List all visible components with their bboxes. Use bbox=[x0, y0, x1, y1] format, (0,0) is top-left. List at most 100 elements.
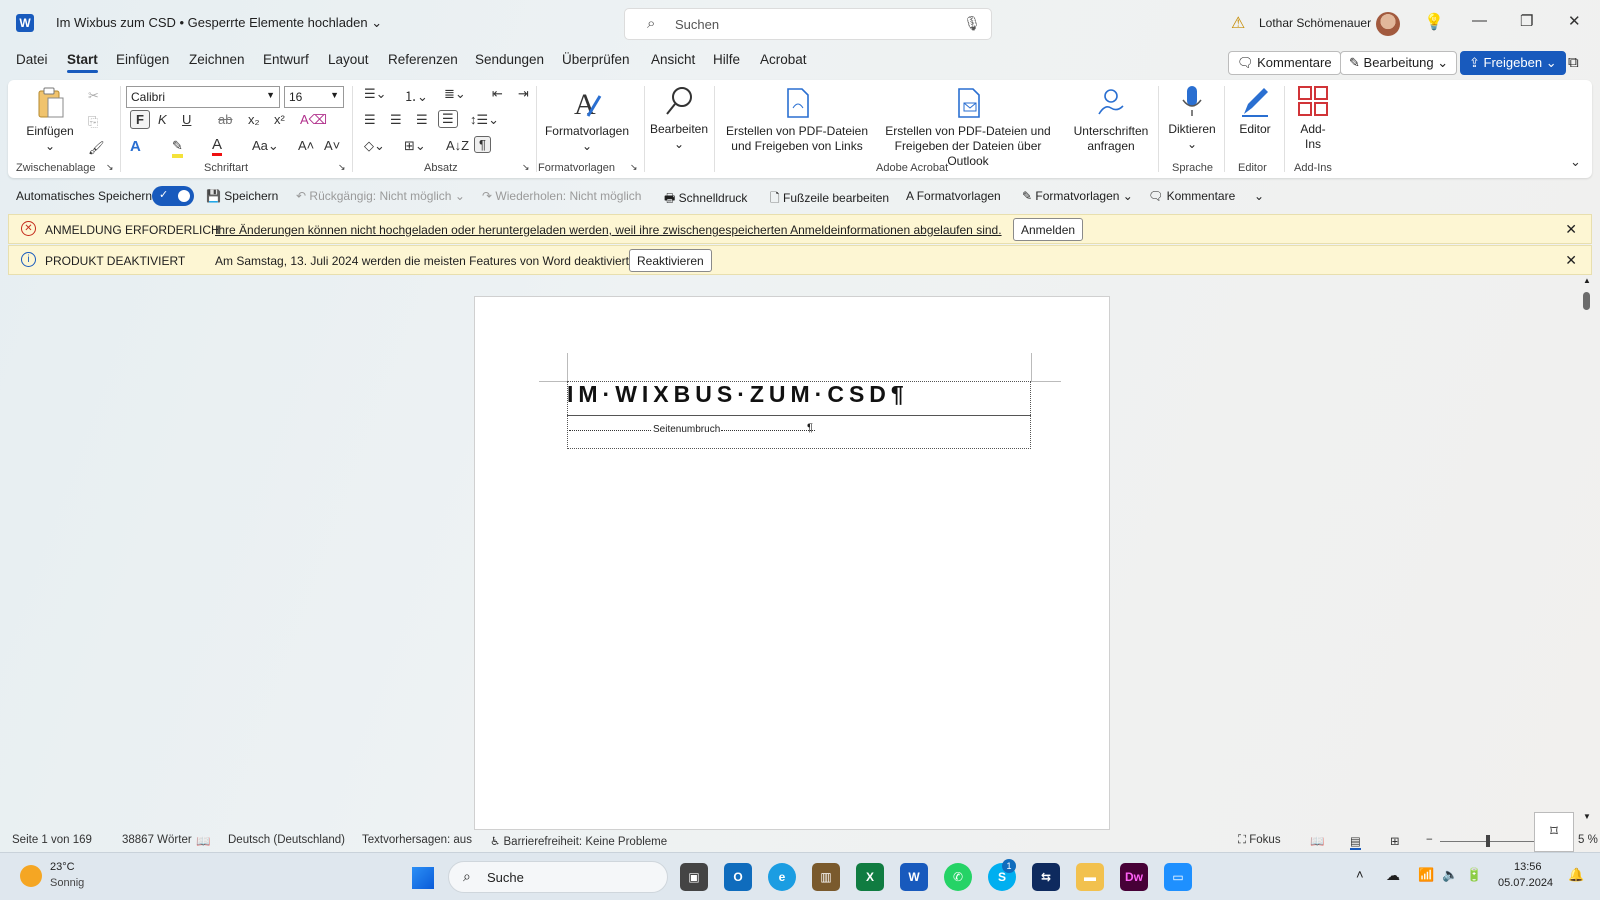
undo-button[interactable]: ↶ Rückgängig: Nicht möglich ⌄ bbox=[296, 189, 465, 203]
accessibility-status[interactable]: ♿ Barrierefreiheit: Keine Probleme bbox=[490, 834, 667, 848]
minimize-icon[interactable]: — bbox=[1472, 12, 1487, 29]
tab-entwurf[interactable]: Entwurf bbox=[263, 52, 309, 67]
tab-ueberpruefen[interactable]: Überprüfen bbox=[562, 52, 630, 67]
document-title[interactable]: Im Wixbus zum CSD • Gesperrte Elemente h… bbox=[56, 15, 382, 31]
speaker-icon[interactable]: 🔈 bbox=[1442, 867, 1458, 883]
tab-layout[interactable]: Layout bbox=[328, 52, 369, 67]
grow-font-icon[interactable]: A˄ bbox=[298, 138, 314, 153]
tab-start[interactable]: Start bbox=[67, 52, 98, 73]
page-break[interactable]: Seitenumbruch ¶ bbox=[567, 422, 1039, 436]
word-app-icon[interactable]: W bbox=[16, 14, 34, 32]
focus-button[interactable]: ⛶ Fokus bbox=[1238, 834, 1281, 847]
teamviewer-icon[interactable]: ⇆ bbox=[1032, 863, 1060, 891]
editing-button[interactable]: Bearbeiten ⌄ bbox=[648, 84, 710, 152]
cut-icon[interactable]: ✂ bbox=[88, 88, 99, 104]
multilevel-list-icon[interactable]: ≣⌄ bbox=[444, 86, 466, 102]
tab-referenzen[interactable]: Referenzen bbox=[388, 52, 458, 67]
paste-button[interactable]: Einfügen ⌄ bbox=[24, 86, 76, 154]
excel-icon[interactable]: X bbox=[856, 863, 884, 891]
close-icon[interactable]: ✕ bbox=[1568, 12, 1581, 30]
battery-icon[interactable]: 🔋 bbox=[1466, 867, 1482, 883]
show-formatting-marks-icon[interactable]: ¶ bbox=[474, 136, 491, 153]
warning-icon[interactable]: ⚠ bbox=[1231, 13, 1245, 33]
copilot-icon[interactable]: ⧉ bbox=[1568, 54, 1579, 71]
print-layout-icon[interactable]: ▤ bbox=[1350, 834, 1361, 850]
dreamweaver-icon[interactable]: Dw bbox=[1120, 863, 1148, 891]
chevron-up-icon[interactable]: ˄ bbox=[1356, 867, 1364, 882]
request-signatures-button[interactable]: Unterschriften anfragen bbox=[1068, 86, 1154, 154]
text-prediction-status[interactable]: Textvorhersagen: aus bbox=[362, 834, 472, 846]
windows-start-icon[interactable] bbox=[412, 867, 434, 889]
avatar[interactable] bbox=[1376, 12, 1400, 36]
styles-button[interactable]: A Formatvorlagen ⌄ bbox=[542, 86, 632, 154]
align-right-icon[interactable]: ☰ bbox=[416, 112, 428, 128]
autosave-toggle[interactable]: ✓ bbox=[152, 186, 194, 206]
outlook-icon[interactable]: O bbox=[724, 863, 752, 891]
zoom-slider[interactable] bbox=[1440, 841, 1540, 842]
collapse-ribbon-icon[interactable]: ⌄ bbox=[1570, 154, 1581, 170]
italic-button[interactable]: K bbox=[158, 112, 167, 127]
editor-button[interactable]: Editor bbox=[1230, 84, 1280, 137]
tab-datei[interactable]: Datei bbox=[16, 52, 48, 67]
copy-icon[interactable]: ⎘ bbox=[88, 114, 98, 130]
onedrive-cloud-icon[interactable]: ☁ bbox=[1386, 867, 1400, 884]
word-taskbar-icon[interactable]: W bbox=[900, 863, 928, 891]
superscript-icon[interactable]: x² bbox=[274, 112, 285, 127]
microphone-icon[interactable]: 🎙 bbox=[963, 15, 981, 32]
format-painter-icon[interactable]: 🖌 bbox=[88, 140, 105, 156]
create-pdf-outlook-button[interactable]: Erstellen von PDF-Dateien und Freigeben d… bbox=[874, 86, 1062, 169]
edit-footer-button[interactable]: 🗋 Fußzeile bearbeiten bbox=[770, 189, 889, 210]
language-status[interactable]: Deutsch (Deutschland) bbox=[228, 834, 345, 846]
bookmark-icon[interactable]: ⌑ bbox=[1534, 812, 1574, 852]
subscript-icon[interactable]: x₂ bbox=[248, 112, 260, 127]
comments-button[interactable]: 🗨 Kommentare bbox=[1228, 51, 1341, 75]
document-heading[interactable]: IM·WIXBUS·ZUM·CSD¶ bbox=[567, 381, 909, 408]
numbering-icon[interactable]: ⒈⌄ bbox=[404, 86, 428, 105]
font-name-select[interactable]: Calibri ▼ bbox=[126, 86, 280, 108]
close-icon[interactable]: ✕ bbox=[1565, 252, 1577, 269]
reactivate-button[interactable]: Reaktivieren bbox=[629, 249, 712, 272]
line-spacing-icon[interactable]: ↕☰⌄ bbox=[470, 112, 499, 128]
page-count[interactable]: Seite 1 von 169 bbox=[12, 834, 92, 846]
dialog-launcher-icon[interactable]: ↘ bbox=[630, 162, 638, 173]
borders-icon[interactable]: ⊞⌄ bbox=[404, 138, 426, 154]
create-pdf-share-link-button[interactable]: Erstellen von PDF-Dateien und Freigeben v… bbox=[722, 86, 872, 154]
clear-formatting-icon[interactable]: A⌫ bbox=[300, 112, 327, 128]
font-color-icon[interactable]: A bbox=[212, 136, 223, 156]
lightbulb-icon[interactable]: 💡 bbox=[1424, 12, 1444, 32]
text-effects-icon[interactable]: A bbox=[130, 138, 141, 155]
underline-button[interactable]: U bbox=[182, 112, 191, 127]
task-view-icon[interactable]: ▣ bbox=[680, 863, 708, 891]
zoom-out-icon[interactable]: − bbox=[1426, 834, 1433, 846]
zoom-level[interactable]: 5 % bbox=[1578, 834, 1598, 846]
document-page[interactable]: IM·WIXBUS·ZUM·CSD¶ Seitenumbruch ¶ bbox=[474, 296, 1110, 830]
dialog-launcher-icon[interactable]: ↘ bbox=[338, 162, 346, 173]
file-explorer-icon[interactable]: ▬ bbox=[1076, 863, 1104, 891]
taskbar-search-input[interactable]: ⌕ Suche bbox=[448, 861, 668, 893]
shrink-font-icon[interactable]: A˅ bbox=[324, 138, 340, 153]
bold-button[interactable]: F bbox=[130, 110, 150, 129]
bullets-icon[interactable]: ☰⌄ bbox=[364, 86, 387, 102]
dialog-launcher-icon[interactable]: ↘ bbox=[106, 162, 114, 173]
scroll-down-icon[interactable]: ▼ bbox=[1583, 812, 1591, 821]
proofing-icon[interactable]: 📖 bbox=[196, 834, 210, 848]
tab-einfuegen[interactable]: Einfügen bbox=[116, 52, 169, 67]
search-input[interactable]: ⌕ Suchen 🎙 bbox=[624, 8, 992, 40]
scroll-thumb[interactable] bbox=[1583, 292, 1590, 310]
editing-mode-button[interactable]: ✎ Bearbeitung ⌄ bbox=[1340, 51, 1458, 75]
tab-acrobat[interactable]: Acrobat bbox=[760, 52, 807, 67]
addins-button[interactable]: Add- Ins bbox=[1290, 84, 1336, 152]
vertical-scrollbar[interactable]: ▲ ▼ bbox=[1580, 276, 1594, 824]
tab-sendungen[interactable]: Sendungen bbox=[475, 52, 544, 67]
highlight-icon[interactable]: ✎ bbox=[172, 138, 183, 158]
shading-icon[interactable]: ◇⌄ bbox=[364, 138, 385, 154]
word-count[interactable]: 38867 Wörter bbox=[122, 834, 192, 846]
read-mode-icon[interactable]: 📖 bbox=[1310, 834, 1324, 848]
redo-button[interactable]: ↷ Wiederholen: Nicht möglich bbox=[482, 189, 641, 203]
restore-icon[interactable]: ❐ bbox=[1520, 12, 1533, 30]
clock-date[interactable]: 05.07.2024 bbox=[1498, 877, 1553, 889]
change-case-icon[interactable]: Aa⌄ bbox=[252, 138, 279, 154]
zoom-slider-thumb[interactable] bbox=[1486, 835, 1490, 847]
align-left-icon[interactable]: ☰ bbox=[364, 112, 376, 128]
sort-icon[interactable]: A↓Z bbox=[446, 138, 469, 153]
